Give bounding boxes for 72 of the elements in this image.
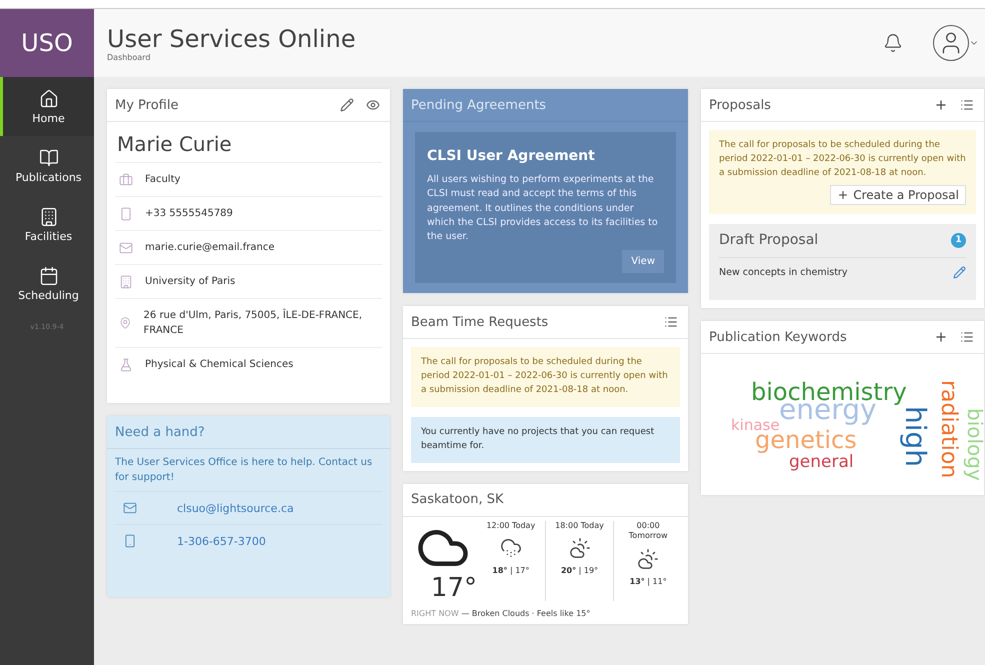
agreement-heading: CLSI User Agreement — [427, 147, 596, 166]
brand-logo[interactable]: USO — [0, 9, 94, 77]
weather-summary: RIGHT NOW — Broken Clouds · Feels like 15° — [410, 608, 592, 620]
keyword[interactable]: biochemistry — [751, 380, 907, 404]
list-icon[interactable] — [960, 330, 974, 344]
keyword[interactable]: general — [789, 454, 854, 472]
card-title: My Profile — [115, 98, 180, 112]
nav-item[interactable]: Scheduling — [0, 254, 94, 313]
current-temperature: 17° — [430, 574, 477, 601]
create-proposal-button[interactable]: Create a Proposal — [830, 184, 966, 205]
mail-icon — [123, 501, 137, 515]
building-icon — [38, 206, 58, 226]
eye-icon[interactable] — [366, 98, 380, 112]
forecast-temperature: 13° | 11° — [630, 576, 667, 588]
contact-link[interactable]: 1-306-657-3700 — [177, 534, 266, 548]
pin-icon — [119, 316, 132, 330]
contact-link[interactable]: clsuo@lightsource.ca — [177, 502, 294, 514]
profile-field: Physical & Chemical Sciences — [145, 357, 294, 372]
profile-field: +33 5555545789 — [145, 206, 233, 221]
plus-icon — [837, 188, 850, 201]
mail-icon — [119, 240, 133, 254]
breadcrumb: Dashboard — [107, 52, 152, 62]
list-icon[interactable] — [664, 315, 678, 330]
view-button[interactable]: View — [622, 250, 664, 274]
forecast-time: 00:00 Tomorrow — [628, 520, 669, 542]
profile-field: Faculty — [145, 172, 180, 187]
count-badge: 1 — [951, 232, 966, 248]
phone-icon — [123, 534, 137, 548]
notice: The call for proposals to be scheduled during the period 2022-01-01 – 2022-06-30 is currently open with a submission deadline of 2021-08-18 at noon. — [719, 139, 966, 180]
card-title: Need a hand? — [115, 424, 206, 440]
card-title: Beam Time Requests — [411, 314, 550, 330]
nav-item[interactable]: Facilities — [0, 195, 94, 254]
card-title: Proposals — [709, 98, 772, 112]
cloud-icon — [637, 548, 660, 570]
notifications-icon[interactable] — [883, 33, 903, 53]
app-title: User Services Online — [107, 24, 357, 52]
flask-icon — [119, 358, 133, 372]
notice: The call for proposals to be scheduled during the period 2022-01-01 – 2022-06-30 is currently open with a submission deadline of 2021-08-18 at noon. — [411, 347, 680, 408]
draft-item[interactable]: New concepts in chemistry — [719, 266, 848, 280]
help-text: The User Services Office is here to help. Contact us for support! — [115, 456, 374, 485]
forecast-time: 12:00 Today — [485, 520, 536, 532]
profile-field: marie.curie@email.france — [145, 240, 274, 255]
nav-item[interactable]: Home — [0, 77, 94, 136]
add-icon[interactable] — [934, 98, 948, 112]
notice: You currently have no projects that you can request beamtime for. — [411, 417, 680, 463]
profile-field: 26 rue d'Ulm, Paris, 75005, ÎLE-DE-FRANCE, FRANCE — [144, 308, 378, 338]
list-icon[interactable] — [960, 98, 974, 112]
card-title: Pending Agreements — [411, 98, 548, 112]
snow-cloud-icon — [500, 537, 522, 560]
home-icon — [38, 88, 58, 108]
phone-icon — [119, 206, 133, 220]
agreement-text: All users wishing to perform experiments at the CLSI must read and accept the terms of this agreement. It outlines the conditions under which the CLSI provides access to its facilities to the user. — [427, 173, 659, 244]
forecast-time: 18:00 Today — [554, 520, 605, 532]
keyword[interactable]: high — [901, 406, 929, 468]
cloud-icon — [568, 537, 590, 560]
add-icon[interactable] — [934, 330, 948, 344]
nav-item[interactable]: Publications — [0, 136, 94, 195]
draft-title: Draft Proposal — [719, 230, 818, 250]
edit-icon[interactable] — [340, 98, 354, 112]
edit-icon[interactable] — [953, 266, 966, 280]
building-icon — [119, 274, 133, 288]
avatar[interactable] — [933, 25, 969, 61]
profile-field: University of Paris — [145, 274, 236, 289]
book-icon — [38, 148, 58, 168]
profile-name: Marie Curie — [115, 128, 382, 163]
forecast-temperature: 18° | 17° — [492, 565, 530, 578]
briefcase-icon — [119, 172, 133, 186]
calendar-icon — [38, 266, 58, 286]
keyword[interactable]: radiation — [937, 380, 959, 478]
forecast-temperature: 20° | 19° — [560, 565, 598, 578]
card-title: Publication Keywords — [709, 330, 848, 345]
card-title: Saskatoon, SK — [411, 492, 505, 508]
